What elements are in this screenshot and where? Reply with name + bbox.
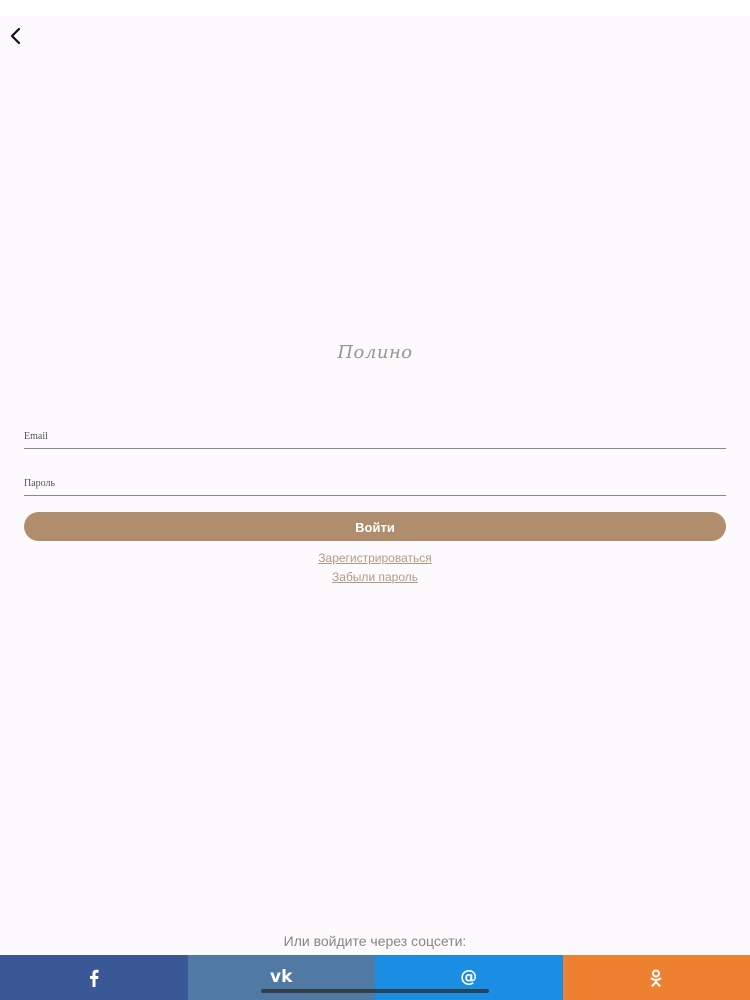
social-login-caption: Или войдите через соцсети: xyxy=(283,933,467,949)
chevron-left-icon xyxy=(10,27,21,45)
password-field[interactable] xyxy=(24,471,726,496)
at-sign-icon: @ xyxy=(460,967,478,987)
vk-login-button[interactable]: vk xyxy=(187,955,375,1000)
status-bar xyxy=(0,0,750,16)
odnoklassniki-icon xyxy=(650,969,662,987)
login-button[interactable]: Войти xyxy=(24,512,726,541)
brand-logo: Полино xyxy=(337,342,413,363)
register-link[interactable]: Зарегистрироваться xyxy=(0,551,750,565)
facebook-icon xyxy=(89,969,99,987)
password-input[interactable] xyxy=(24,471,726,495)
forgot-password-link[interactable]: Забыли пароль xyxy=(0,570,750,584)
vk-icon: vk xyxy=(270,967,293,987)
email-input[interactable] xyxy=(24,424,726,448)
facebook-login-button[interactable] xyxy=(0,955,188,1000)
email-field[interactable] xyxy=(24,424,726,449)
mail-login-button[interactable]: @ xyxy=(375,955,563,1000)
social-login-bar: vk @ xyxy=(0,955,750,1000)
odnoklassniki-login-button[interactable] xyxy=(562,955,750,1000)
back-button[interactable] xyxy=(4,24,28,48)
home-indicator xyxy=(261,989,489,993)
